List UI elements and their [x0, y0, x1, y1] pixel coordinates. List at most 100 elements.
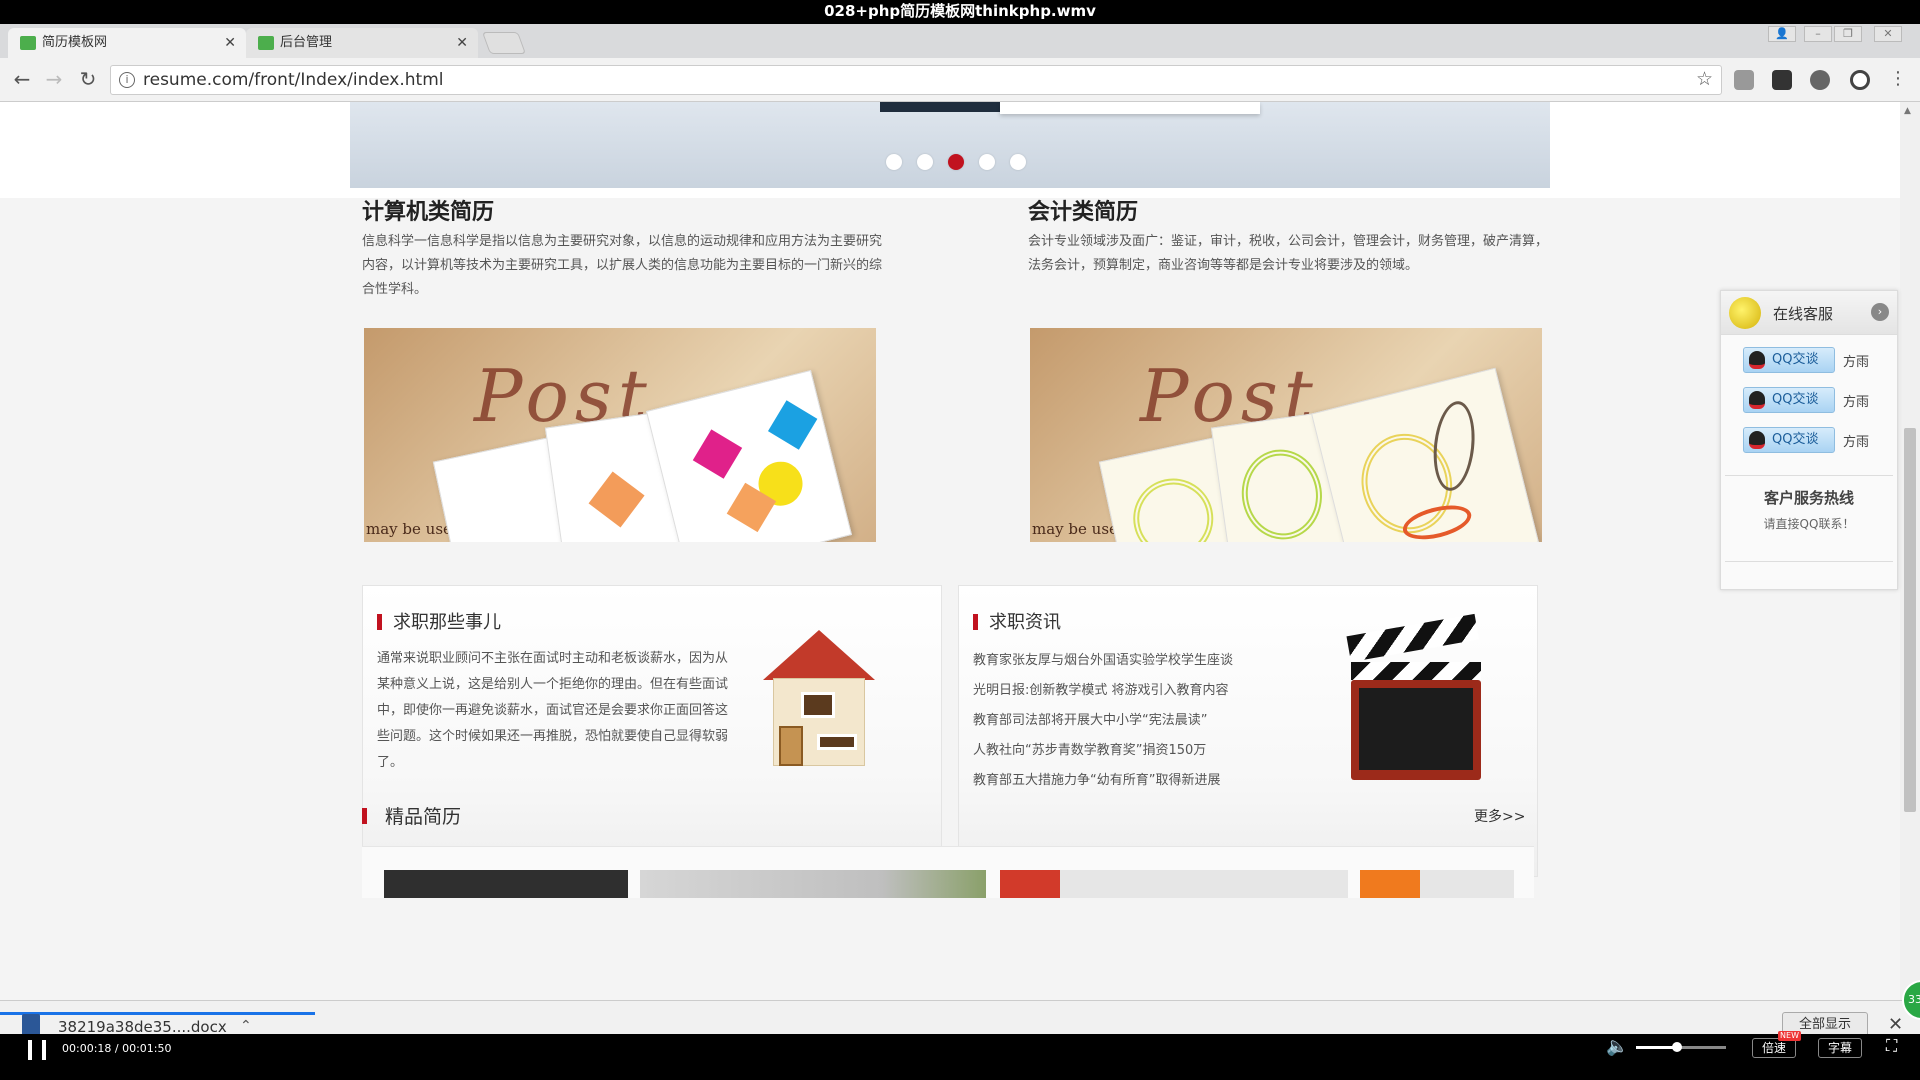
tab-admin[interactable]: 后台管理 ✕	[246, 28, 478, 58]
url-text: resume.com/front/Index/index.html	[143, 70, 444, 90]
volume-slider[interactable]	[1636, 1042, 1726, 1052]
qq-button-label: QQ交谈	[1772, 432, 1819, 447]
restore-icon[interactable]: ❐	[1834, 26, 1862, 42]
panel-body-text: 通常来说职业顾问不主张在面试时主动和老板谈薪水，因为从某种意义上说，这是给别人一…	[377, 651, 729, 770]
menu-kebab-icon[interactable]: ⋮	[1886, 68, 1910, 92]
service-header: 在线客服 ›	[1721, 291, 1897, 335]
player-control-bar	[0, 1034, 1920, 1080]
more-link[interactable]: 更多>>	[1474, 806, 1525, 826]
tab-label: 后台管理	[280, 35, 333, 50]
qq-chat-button[interactable]: QQ交谈	[1743, 347, 1835, 373]
extension-incognito-icon[interactable]	[1772, 70, 1792, 90]
premium-resume-thumb[interactable]	[1000, 870, 1348, 898]
computer-resume-image[interactable]: Post Card may be used	[364, 328, 876, 542]
title-marker	[377, 614, 382, 630]
volume-icon[interactable]: 🔈	[1606, 1036, 1628, 1057]
service-hotline-title: 客户服务热线	[1763, 489, 1854, 507]
page-scrollbar[interactable]: ▲	[1900, 102, 1920, 1000]
qq-penguin-icon	[1749, 391, 1765, 409]
qq-penguin-icon	[1749, 431, 1765, 449]
accounting-resume-image[interactable]: Post Card may be used	[1030, 328, 1542, 542]
docx-file-icon	[22, 1014, 40, 1036]
download-progress-bar	[0, 1012, 315, 1015]
job-news-panel: 求职资讯 教育家张友厚与烟台外国语实验学校学生座谈 光明日报:创新教学模式 将游…	[958, 585, 1538, 877]
slider-dot[interactable]	[1010, 154, 1026, 170]
news-item[interactable]: 教育部五大措施力争“幼有所育”取得新进展	[973, 766, 1293, 796]
screen: 028+php简历模板网thinkphp.wmv 简历模板网 ✕ 后台管理 ✕ …	[0, 0, 1920, 1080]
speed-button[interactable]: 倍速 NEW	[1752, 1031, 1801, 1058]
qq-contact-row: QQ交谈 方雨	[1743, 347, 1893, 373]
qq-chat-button[interactable]: QQ交谈	[1743, 427, 1835, 453]
tab-label: 简历模板网	[42, 35, 108, 50]
forward-icon[interactable]: →	[42, 68, 66, 92]
banner-device-image	[1000, 102, 1260, 114]
close-tab-icon[interactable]: ✕	[456, 28, 468, 58]
close-shelf-icon[interactable]: ✕	[1888, 1014, 1903, 1035]
news-item[interactable]: 教育家张友厚与烟台外国语实验学校学生座谈	[973, 646, 1293, 676]
extension-circle-icon[interactable]	[1850, 70, 1870, 90]
banner-slider[interactable]	[350, 102, 1550, 188]
qq-contact-row: QQ交谈 方雨	[1743, 387, 1893, 413]
subtitle-button[interactable]: 字幕	[1818, 1038, 1862, 1058]
address-bar[interactable]: i resume.com/front/Index/index.html ☆	[110, 65, 1722, 95]
reload-icon[interactable]: ↻	[76, 68, 100, 92]
section-title[interactable]: 计算机类简历	[362, 198, 882, 228]
extension-cloud-icon[interactable]	[1734, 70, 1754, 90]
smiley-icon	[1729, 297, 1761, 329]
close-tab-icon[interactable]: ✕	[224, 28, 236, 58]
qq-contact-name: 方雨	[1843, 395, 1870, 410]
premium-resume-thumb[interactable]	[384, 870, 628, 898]
bookmark-star-icon[interactable]: ☆	[1696, 68, 1713, 90]
qq-contact-name: 方雨	[1843, 355, 1870, 370]
fullscreen-icon[interactable]: ⛶	[1886, 1036, 1897, 1056]
title-marker	[362, 808, 367, 824]
qq-button-label: QQ交谈	[1772, 352, 1819, 367]
chevron-up-icon[interactable]: ⌃	[240, 1018, 252, 1034]
minimize-icon[interactable]: –	[1804, 26, 1832, 42]
qq-button-label: QQ交谈	[1772, 392, 1819, 407]
info-icon[interactable]: i	[119, 72, 135, 88]
premium-title[interactable]: 精品简历	[385, 802, 461, 829]
service-title: 在线客服	[1773, 305, 1834, 323]
slider-dot[interactable]	[917, 154, 933, 170]
panel-title[interactable]: 求职资讯	[989, 608, 1061, 634]
panel-title[interactable]: 求职那些事儿	[393, 608, 501, 634]
extension-recycle-icon[interactable]	[1810, 70, 1830, 90]
playback-time: 00:00:18 / 00:01:50	[62, 1042, 172, 1055]
section-description: 信息科学一信息科学是指以信息为主要研究对象，以信息的运动规律和应用方法为主要研究…	[362, 234, 883, 297]
service-hotline-note: 请直接QQ联系！	[1763, 517, 1855, 531]
back-icon[interactable]: ←	[10, 68, 34, 92]
slider-dot-active[interactable]	[948, 154, 964, 170]
new-tab-button[interactable]	[481, 32, 527, 54]
news-item[interactable]: 教育部司法部将开展大中小学“宪法晨读”	[973, 706, 1293, 736]
video-title: 028+php简历模板网thinkphp.wmv	[824, 2, 1096, 20]
volume-knob[interactable]	[1671, 1042, 1682, 1052]
section-computer-resume: 计算机类简历 信息科学一信息科学是指以信息为主要研究对象，以信息的运动规律和应用…	[362, 198, 882, 302]
premium-resume-thumb[interactable]	[1360, 870, 1514, 898]
banner-device-image	[880, 102, 1000, 112]
user-icon[interactable]: 👤	[1768, 26, 1796, 42]
slider-dot[interactable]	[979, 154, 995, 170]
news-item[interactable]: 人教社向“苏步青数学教育奖”捐资150万	[973, 736, 1293, 766]
house-icon	[745, 626, 875, 766]
qq-chat-button[interactable]: QQ交谈	[1743, 387, 1835, 413]
clapperboard-icon	[1346, 613, 1483, 782]
news-list: 教育家张友厚与烟台外国语实验学校学生座谈 光明日报:创新教学模式 将游戏引入教育…	[973, 646, 1293, 796]
premium-resume-thumb[interactable]	[640, 870, 986, 898]
section-title[interactable]: 会计类简历	[1028, 198, 1548, 228]
new-badge: NEW	[1778, 1031, 1801, 1041]
window-close-icon[interactable]: ✕	[1874, 26, 1902, 42]
title-marker	[973, 614, 978, 630]
news-item[interactable]: 光明日报:创新教学模式 将游戏引入教育内容	[973, 676, 1293, 706]
slider-dot[interactable]	[886, 154, 902, 170]
tab-resume-site[interactable]: 简历模板网 ✕	[8, 28, 246, 58]
pause-icon[interactable]	[28, 1040, 50, 1060]
site-favicon-icon	[258, 36, 274, 50]
qq-penguin-icon	[1749, 351, 1765, 369]
scrollbar-thumb[interactable]	[1904, 428, 1916, 812]
scroll-up-icon[interactable]: ▲	[1904, 106, 1911, 116]
qq-contact-name: 方雨	[1843, 435, 1870, 450]
collapse-arrow-icon[interactable]: ›	[1871, 303, 1889, 321]
volume-fill	[1636, 1046, 1677, 1049]
divider	[1725, 561, 1893, 562]
